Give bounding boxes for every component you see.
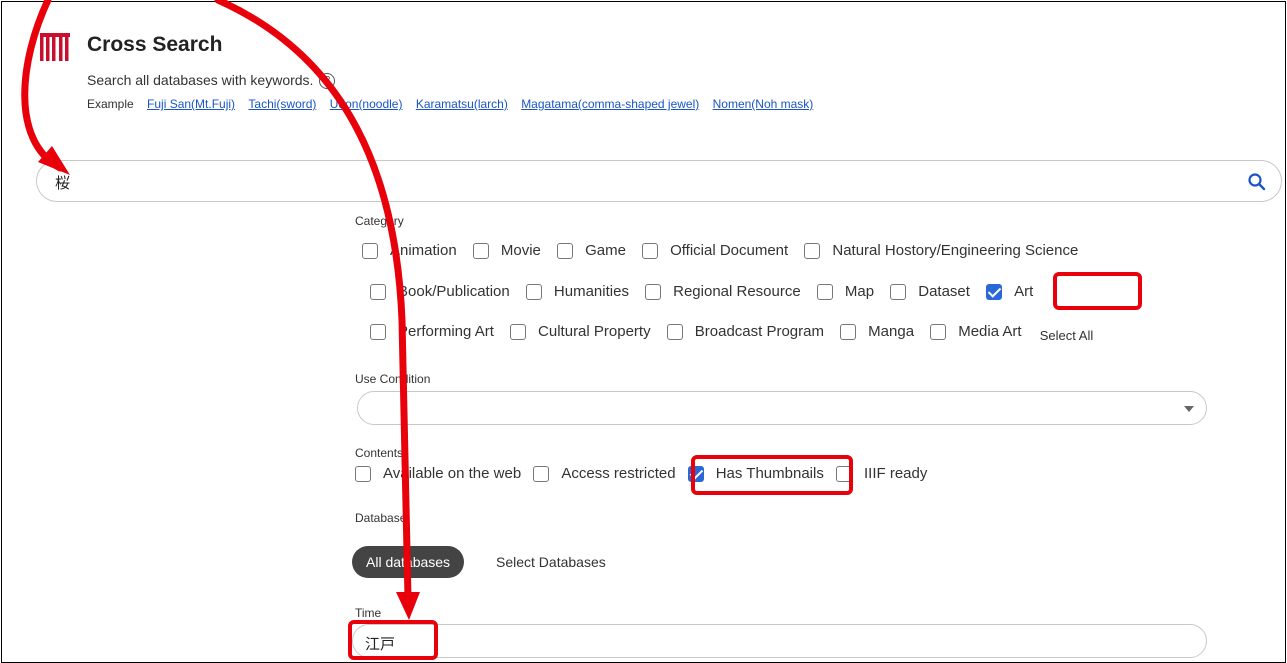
arrow-to-search-input [21, 0, 64, 172]
arrow-head-time [396, 592, 420, 620]
annotation-arrows [21, 0, 420, 620]
arrow-to-time-input [214, 0, 412, 602]
